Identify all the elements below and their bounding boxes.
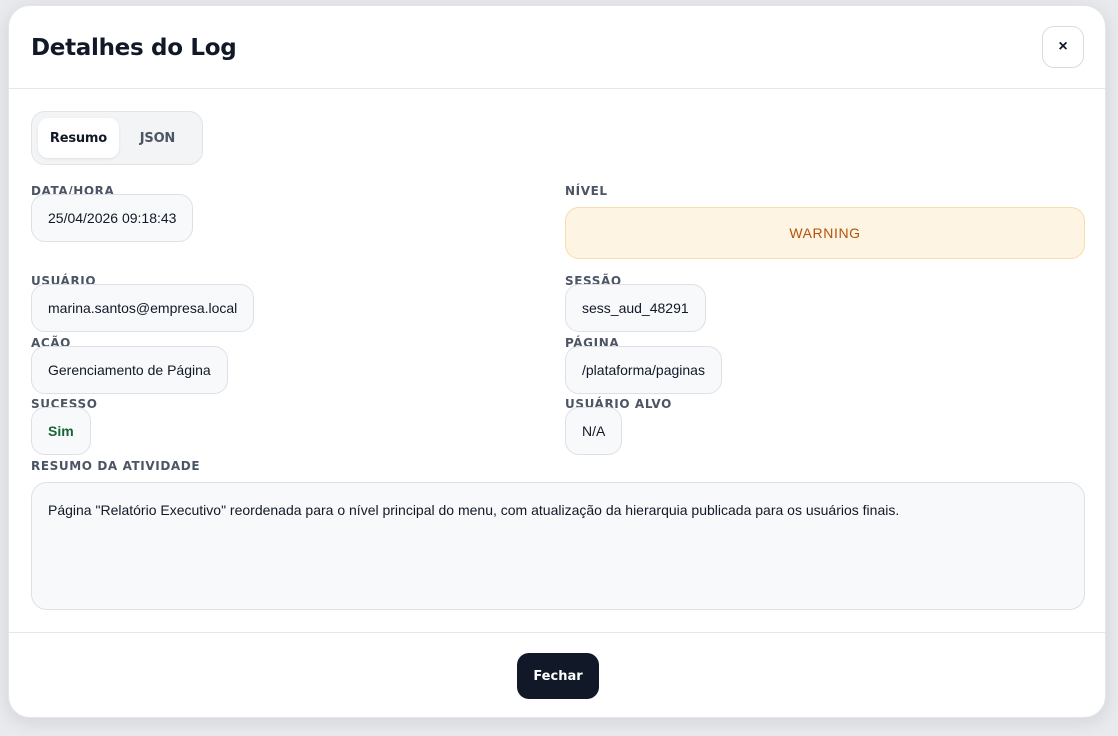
footer-divider (9, 632, 1105, 633)
activity-summary-label: Resumo da Atividade (31, 459, 201, 473)
success-value: Sim (31, 407, 91, 455)
modal-header: Detalhes do Log × (9, 6, 1105, 89)
view-tabs: Resumo JSON (31, 111, 203, 165)
datetime-value: 25/04/2026 09:18:43 (31, 194, 194, 242)
tab-json[interactable]: JSON (119, 118, 196, 158)
activity-summary-text: Página "Relatório Executivo" reordenada … (31, 482, 1085, 610)
user-value: marina.santos@empresa.local (31, 284, 255, 332)
level-label: Nível (565, 184, 608, 198)
level-badge: WARNING (565, 207, 1085, 259)
fechar-button[interactable]: Fechar (517, 653, 599, 699)
modal-title: Detalhes do Log (31, 35, 237, 61)
page-value: /plataforma/paginas (565, 346, 722, 394)
session-value: sess_aud_48291 (565, 284, 706, 332)
log-details-modal: Detalhes do Log × Resumo JSON Data/Hora … (8, 5, 1106, 718)
close-button[interactable]: × (1042, 26, 1084, 68)
tab-resumo[interactable]: Resumo (38, 118, 119, 158)
close-icon: × (1058, 38, 1068, 55)
target-user-value: N/A (565, 407, 623, 455)
action-value: Gerenciamento de Página (31, 346, 228, 394)
